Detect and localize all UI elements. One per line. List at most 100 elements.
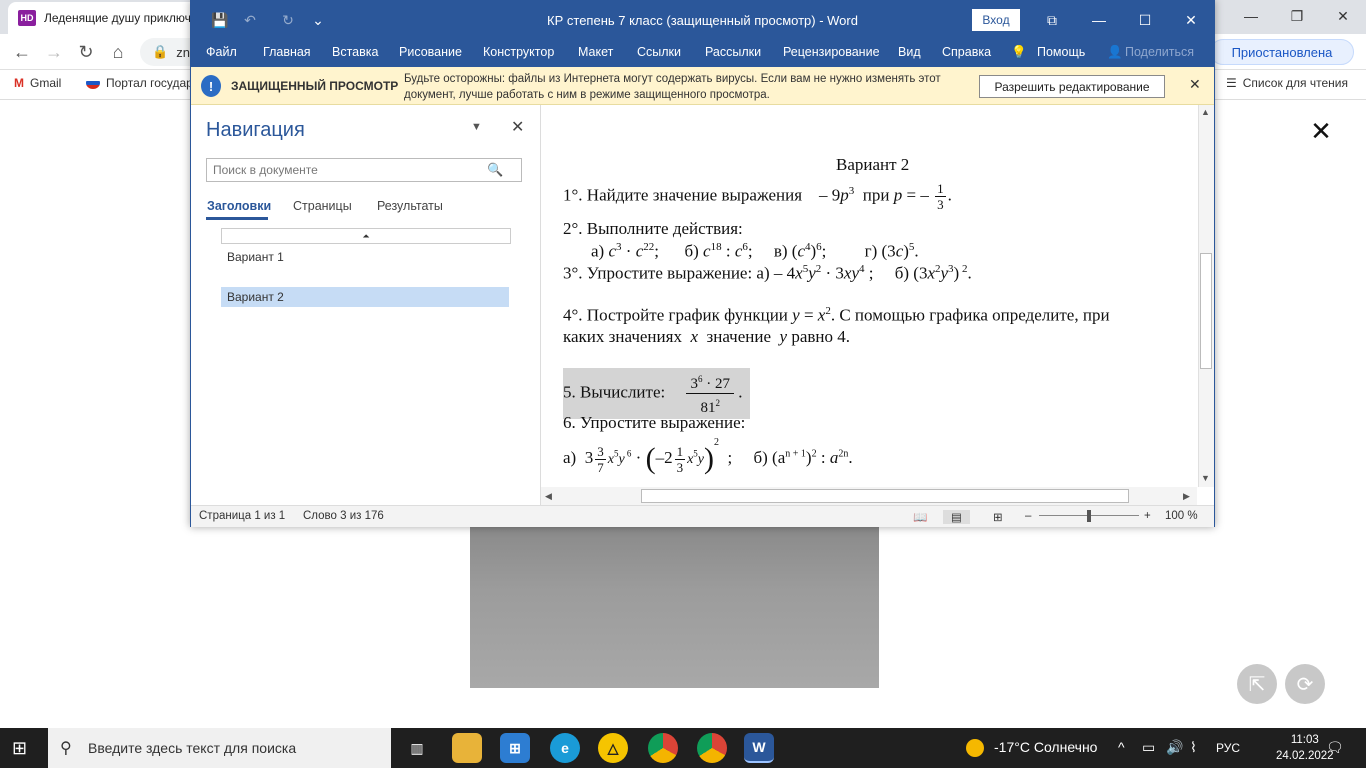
scroll-right-icon[interactable]: ▶ — [1183, 491, 1190, 502]
tab-references[interactable]: Ссылки — [637, 45, 681, 59]
sign-in-button[interactable]: Вход — [972, 9, 1020, 31]
tab-home[interactable]: Главная — [263, 45, 311, 59]
task-view-icon[interactable]: ▥ — [402, 733, 432, 763]
yandex-icon[interactable]: △ — [598, 733, 628, 763]
open-external-icon[interactable]: ⇱ — [1237, 664, 1277, 704]
tab-headings[interactable]: Заголовки — [207, 199, 271, 213]
scroll-down-icon[interactable]: ▼ — [1201, 473, 1210, 483]
print-layout-icon[interactable]: ▤ — [943, 510, 970, 524]
document-search-input[interactable]: Поиск в документе — [206, 158, 522, 182]
profile-paused-button[interactable]: Приостановлена — [1210, 39, 1354, 65]
bookmark-portal[interactable]: Портал государ — [86, 76, 193, 90]
bookmark-gmail[interactable]: M Gmail — [14, 76, 61, 90]
chrome-icon[interactable] — [648, 733, 678, 763]
viewer-close-icon[interactable]: ✕ — [1306, 116, 1336, 146]
tab-mailings[interactable]: Рассылки — [705, 45, 761, 59]
close-icon[interactable]: ✕ — [1320, 0, 1366, 32]
tab-title: Леденящие душу приключ — [44, 11, 191, 25]
scroll-left-icon[interactable]: ◀ — [545, 491, 552, 502]
collapse-all-icon[interactable]: ⏶ — [221, 228, 511, 244]
zoom-slider-knob[interactable] — [1087, 510, 1091, 522]
chrome-profile-icon[interactable] — [697, 733, 727, 763]
customize-toolbar-icon[interactable]: ⌄ — [307, 9, 329, 31]
nav-options-icon[interactable]: ▼ — [471, 121, 482, 133]
horizontal-scroll-thumb[interactable] — [641, 489, 1129, 503]
tab-file[interactable]: Файл — [206, 45, 237, 59]
nav-heading-item-selected[interactable]: Вариант 2 — [221, 287, 509, 307]
weather-icon[interactable] — [966, 739, 984, 758]
share-icon: 👤 — [1107, 45, 1123, 59]
forward-icon[interactable]: → — [42, 40, 66, 64]
network-icon[interactable]: ⌇ — [1190, 739, 1197, 756]
task-1-text: 1°. Найдите значение выражения — [563, 185, 803, 205]
system-clock[interactable]: 11:03 24.02.2022 — [1276, 732, 1334, 764]
windows-start-icon[interactable]: ⊞ — [12, 738, 27, 759]
reading-list[interactable]: ☰ Список для чтения — [1226, 76, 1348, 90]
battery-icon[interactable]: ▭ — [1142, 739, 1155, 756]
tab-review[interactable]: Рецензирование — [783, 45, 880, 59]
tab-view[interactable]: Вид — [898, 45, 921, 59]
enable-editing-button[interactable]: Разрешить редактирование — [979, 75, 1165, 98]
clock-date: 24.02.2022 — [1276, 750, 1334, 762]
language-indicator[interactable]: РУС — [1216, 741, 1240, 755]
zoom-out-icon[interactable]: – — [1025, 510, 1031, 522]
tab-layout[interactable]: Макет — [578, 45, 613, 59]
word-app-icon[interactable]: W — [744, 733, 774, 763]
tab-pages[interactable]: Страницы — [293, 199, 352, 213]
minimize-icon[interactable]: — — [1228, 0, 1274, 32]
message-close-icon[interactable]: ✕ — [1189, 76, 1201, 93]
vertical-scroll-thumb[interactable] — [1200, 253, 1212, 369]
tab-draw[interactable]: Рисование — [399, 45, 462, 59]
word-maximize-icon[interactable]: ☐ — [1127, 7, 1163, 33]
tab-insert[interactable]: Вставка — [332, 45, 378, 59]
nav-close-icon[interactable]: ✕ — [511, 117, 524, 137]
task-6: 6. Упростите выражение: — [563, 413, 746, 432]
edge-icon[interactable]: e — [550, 733, 580, 763]
tab-results[interactable]: Результаты — [377, 199, 443, 213]
ribbon-display-icon[interactable]: ⧉ — [1034, 7, 1070, 33]
word-minimize-icon[interactable]: — — [1081, 7, 1117, 33]
tab-help[interactable]: Справка — [942, 45, 991, 59]
weather-text[interactable]: -17°C Солнечно — [994, 739, 1097, 755]
taskbar-search-input[interactable]: Введите здесь текст для поиска — [48, 728, 391, 768]
restore-icon[interactable]: ❐ — [1274, 0, 1320, 32]
file-explorer-icon[interactable] — [452, 733, 482, 763]
attachment-photo — [470, 526, 879, 688]
task-4-line-1: 4°. Постройте график функции у = х2. С п… — [563, 305, 1110, 325]
scroll-up-icon[interactable]: ▲ — [1201, 107, 1210, 117]
document-page[interactable]: Вариант 2 1°. Найдите значение выражения… — [541, 105, 1197, 487]
word-close-icon[interactable]: ✕ — [1173, 7, 1209, 33]
tab-design[interactable]: Конструктор — [483, 45, 554, 59]
gmail-icon: M — [14, 76, 24, 90]
task-5: 5. Вычислите: 36 · 27 812 . — [563, 368, 751, 419]
tell-me-field[interactable]: Помощь — [1037, 45, 1085, 59]
read-mode-icon[interactable]: 📖 — [913, 510, 927, 524]
browser-tab[interactable]: HD Леденящие душу приключ — [8, 2, 198, 34]
task-6-items: а) 3 3 7 x5y 6 · (–2 1 3 x5y)2 ; б) (an + 1)2 … — [563, 437, 853, 476]
undo-icon[interactable]: ↶ — [239, 9, 261, 31]
address-text: zn — [176, 44, 190, 60]
volume-icon[interactable]: 🔊 — [1166, 739, 1183, 756]
shield-icon: ! — [201, 75, 221, 97]
page-count[interactable]: Страница 1 из 1 — [199, 510, 285, 522]
notifications-icon[interactable]: 🗨 — [1326, 739, 1344, 756]
tray-chevron-icon[interactable]: ^ — [1118, 739, 1125, 755]
web-layout-icon[interactable]: ⊞ — [993, 510, 1003, 524]
zoom-level[interactable]: 100 % — [1165, 510, 1198, 522]
save-icon[interactable]: 💾 — [209, 9, 231, 31]
home-icon[interactable]: ⌂ — [106, 40, 130, 64]
zoom-in-icon[interactable]: + — [1144, 510, 1151, 522]
redo-icon[interactable]: ↻ — [277, 9, 299, 31]
word-count[interactable]: Слово 3 из 176 — [303, 510, 384, 522]
store-icon[interactable]: ⊞ — [500, 733, 530, 763]
task-2-items: а) с3 · с22; б) с18 : с6; в) (с4)6; г) (… — [591, 241, 919, 261]
share-button[interactable]: Поделиться — [1125, 45, 1194, 59]
lock-icon: 🔒 — [152, 44, 169, 59]
clock-time: 11:03 — [1290, 734, 1319, 746]
search-icon[interactable]: 🔍 — [487, 162, 503, 178]
nav-heading-item[interactable]: Вариант 1 — [221, 247, 511, 267]
reload-icon[interactable]: ↻ — [74, 40, 98, 64]
protected-view-message: Будьте осторожны: файлы из Интернета мог… — [404, 73, 941, 101]
back-icon[interactable]: ← — [10, 40, 34, 64]
rotate-icon[interactable]: ⟳ — [1285, 664, 1325, 704]
